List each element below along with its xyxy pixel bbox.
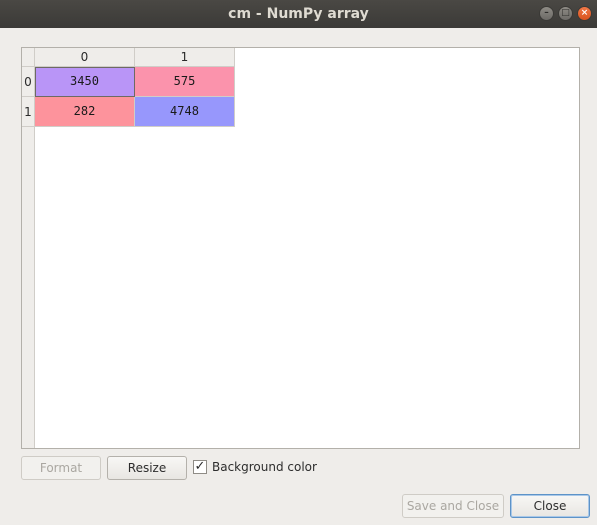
row-header-1[interactable]: 1 [22,97,35,127]
close-window-button[interactable]: × [577,6,592,21]
numpy-array-editor-window: cm - NumPy array – □ × 0 1 0 1 3450 575 … [0,0,597,525]
table-corner[interactable] [22,48,35,67]
column-header-0[interactable]: 0 [35,48,135,67]
format-button[interactable]: Format [21,456,101,480]
close-button[interactable]: Close [510,494,590,518]
resize-button[interactable]: Resize [107,456,187,480]
save-and-close-button[interactable]: Save and Close [402,494,504,518]
table-cell-1-0[interactable]: 282 [35,97,135,127]
row-header-0[interactable]: 0 [22,67,35,97]
title-bar[interactable]: cm - NumPy array – □ × [0,0,597,28]
maximize-button[interactable]: □ [558,6,573,21]
array-table[interactable]: 0 1 0 1 3450 575 282 4748 [21,47,580,449]
table-cell-0-0[interactable]: 3450 [35,67,135,97]
background-color-label[interactable]: Background color [212,458,317,476]
table-cell-0-1[interactable]: 575 [135,67,235,97]
column-header-1[interactable]: 1 [135,48,235,67]
minimize-button[interactable]: – [539,6,554,21]
table-cell-1-1[interactable]: 4748 [135,97,235,127]
window-title: cm - NumPy array [228,6,369,22]
background-color-checkbox[interactable]: ✓ [193,460,207,474]
